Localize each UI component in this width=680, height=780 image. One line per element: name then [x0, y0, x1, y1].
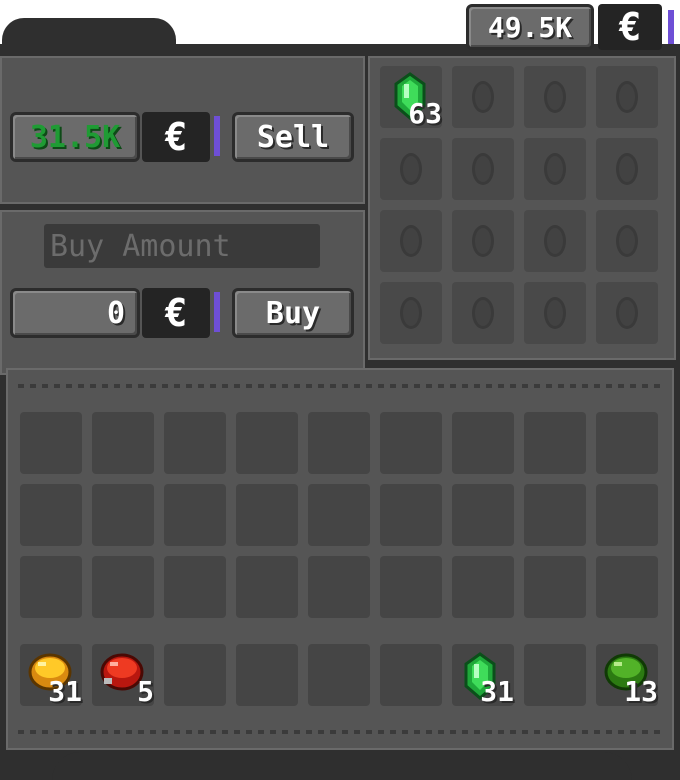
sell-price-field: 31.5K — [10, 112, 140, 162]
inventory-slot[interactable] — [164, 484, 226, 546]
inventory-slot[interactable] — [92, 412, 154, 474]
empty-slot-coin-icon — [400, 297, 422, 329]
balance-display: 49.5K — [466, 4, 594, 50]
inventory-slot[interactable] — [596, 556, 658, 618]
inventory-slot[interactable] — [92, 484, 154, 546]
inventory-slot[interactable] — [92, 556, 154, 618]
shop-slot[interactable] — [380, 210, 442, 272]
hotbar-slot[interactable] — [236, 644, 298, 706]
empty-slot-coin-icon — [400, 153, 422, 185]
hotbar-grid: 31 5 31 13 — [20, 644, 662, 708]
shop-slot[interactable] — [596, 210, 658, 272]
balance-accent-bar — [668, 10, 674, 44]
inventory-slot[interactable] — [308, 556, 370, 618]
hotbar-slot[interactable]: 31 — [20, 644, 82, 708]
item-count: 31 — [48, 675, 82, 708]
item-count: 63 — [408, 97, 442, 130]
inventory-slot[interactable] — [20, 484, 82, 546]
empty-slot-coin-icon — [544, 225, 566, 257]
empty-slot-coin-icon — [544, 297, 566, 329]
balance-value: 49.5K — [487, 10, 573, 44]
inventory-slot[interactable] — [524, 412, 586, 474]
shop-slot[interactable] — [452, 138, 514, 200]
sell-price-value: 31.5K — [29, 119, 121, 155]
shop-slot[interactable]: 63 — [380, 66, 442, 130]
hotbar-slot[interactable] — [380, 644, 442, 706]
balance-currency-icon: € — [598, 4, 662, 50]
inventory-slot[interactable] — [380, 484, 442, 546]
window-bottom-tab — [52, 752, 632, 780]
buy-amount-input[interactable]: Buy Amount — [44, 224, 320, 268]
empty-slot-coin-icon — [544, 153, 566, 185]
shop-slot[interactable] — [380, 282, 442, 344]
buy-currency-icon: € — [142, 288, 210, 338]
hotbar-slot[interactable]: 5 — [92, 644, 154, 708]
buy-amount-placeholder: Buy Amount — [50, 228, 231, 264]
shop-slot[interactable] — [524, 282, 586, 344]
inventory-slot[interactable] — [236, 484, 298, 546]
inventory-slot[interactable] — [380, 412, 442, 474]
shop-slot[interactable] — [596, 282, 658, 344]
hotbar-slot[interactable]: 31 — [452, 644, 514, 708]
empty-slot-coin-icon — [616, 225, 638, 257]
inventory-grid — [20, 412, 662, 620]
inventory-slot[interactable] — [452, 556, 514, 618]
empty-slot-coin-icon — [616, 81, 638, 113]
empty-slot-coin-icon — [616, 297, 638, 329]
inventory-slot[interactable] — [524, 484, 586, 546]
inventory-slot[interactable] — [596, 412, 658, 474]
inventory-slot[interactable] — [308, 484, 370, 546]
shop-slot[interactable] — [596, 66, 658, 128]
hotbar-slot[interactable] — [524, 644, 586, 706]
item-count: 13 — [624, 675, 658, 708]
inventory-slot[interactable] — [20, 412, 82, 474]
shop-slot[interactable] — [596, 138, 658, 200]
inventory-slot[interactable] — [164, 556, 226, 618]
sell-button[interactable]: Sell — [232, 112, 354, 162]
inventory-slot[interactable] — [524, 556, 586, 618]
inventory-slot[interactable] — [20, 556, 82, 618]
inventory-slot[interactable] — [236, 556, 298, 618]
shop-slot[interactable] — [452, 210, 514, 272]
item-count: 31 — [480, 675, 514, 708]
inventory-bottom-divider — [18, 730, 664, 734]
inventory-slot[interactable] — [452, 484, 514, 546]
empty-slot-coin-icon — [472, 153, 494, 185]
empty-slot-coin-icon — [616, 153, 638, 185]
empty-slot-coin-icon — [400, 225, 422, 257]
shop-slot[interactable] — [524, 138, 586, 200]
empty-slot-coin-icon — [472, 225, 494, 257]
hotbar-slot[interactable] — [164, 644, 226, 706]
hotbar-slot[interactable] — [308, 644, 370, 706]
inventory-slot[interactable] — [452, 412, 514, 474]
sell-button-label: Sell — [256, 119, 330, 155]
shop-slot[interactable] — [452, 282, 514, 344]
inventory-top-divider — [18, 384, 664, 388]
empty-slot-coin-icon — [472, 81, 494, 113]
buy-accent-bar — [214, 292, 220, 332]
inventory-slot[interactable] — [596, 484, 658, 546]
shop-grid: 63 — [380, 66, 664, 350]
item-count: 5 — [137, 675, 154, 708]
shop-slot[interactable] — [452, 66, 514, 128]
empty-slot-coin-icon — [472, 297, 494, 329]
buy-button-label: Buy — [265, 295, 321, 331]
buy-price-field: 0 — [10, 288, 140, 338]
sell-accent-bar — [214, 116, 220, 156]
hotbar-slot[interactable]: 13 — [596, 644, 658, 708]
inventory-slot[interactable] — [380, 556, 442, 618]
empty-slot-coin-icon — [544, 81, 566, 113]
inventory-slot[interactable] — [236, 412, 298, 474]
inventory-slot[interactable] — [164, 412, 226, 474]
shop-slot[interactable] — [524, 210, 586, 272]
sell-currency-icon: € — [142, 112, 210, 162]
inventory-gap — [18, 628, 664, 632]
inventory-slot[interactable] — [308, 412, 370, 474]
buy-price-value: 0 — [106, 295, 125, 331]
buy-button[interactable]: Buy — [232, 288, 354, 338]
shop-slot[interactable] — [524, 66, 586, 128]
shop-slot[interactable] — [380, 138, 442, 200]
